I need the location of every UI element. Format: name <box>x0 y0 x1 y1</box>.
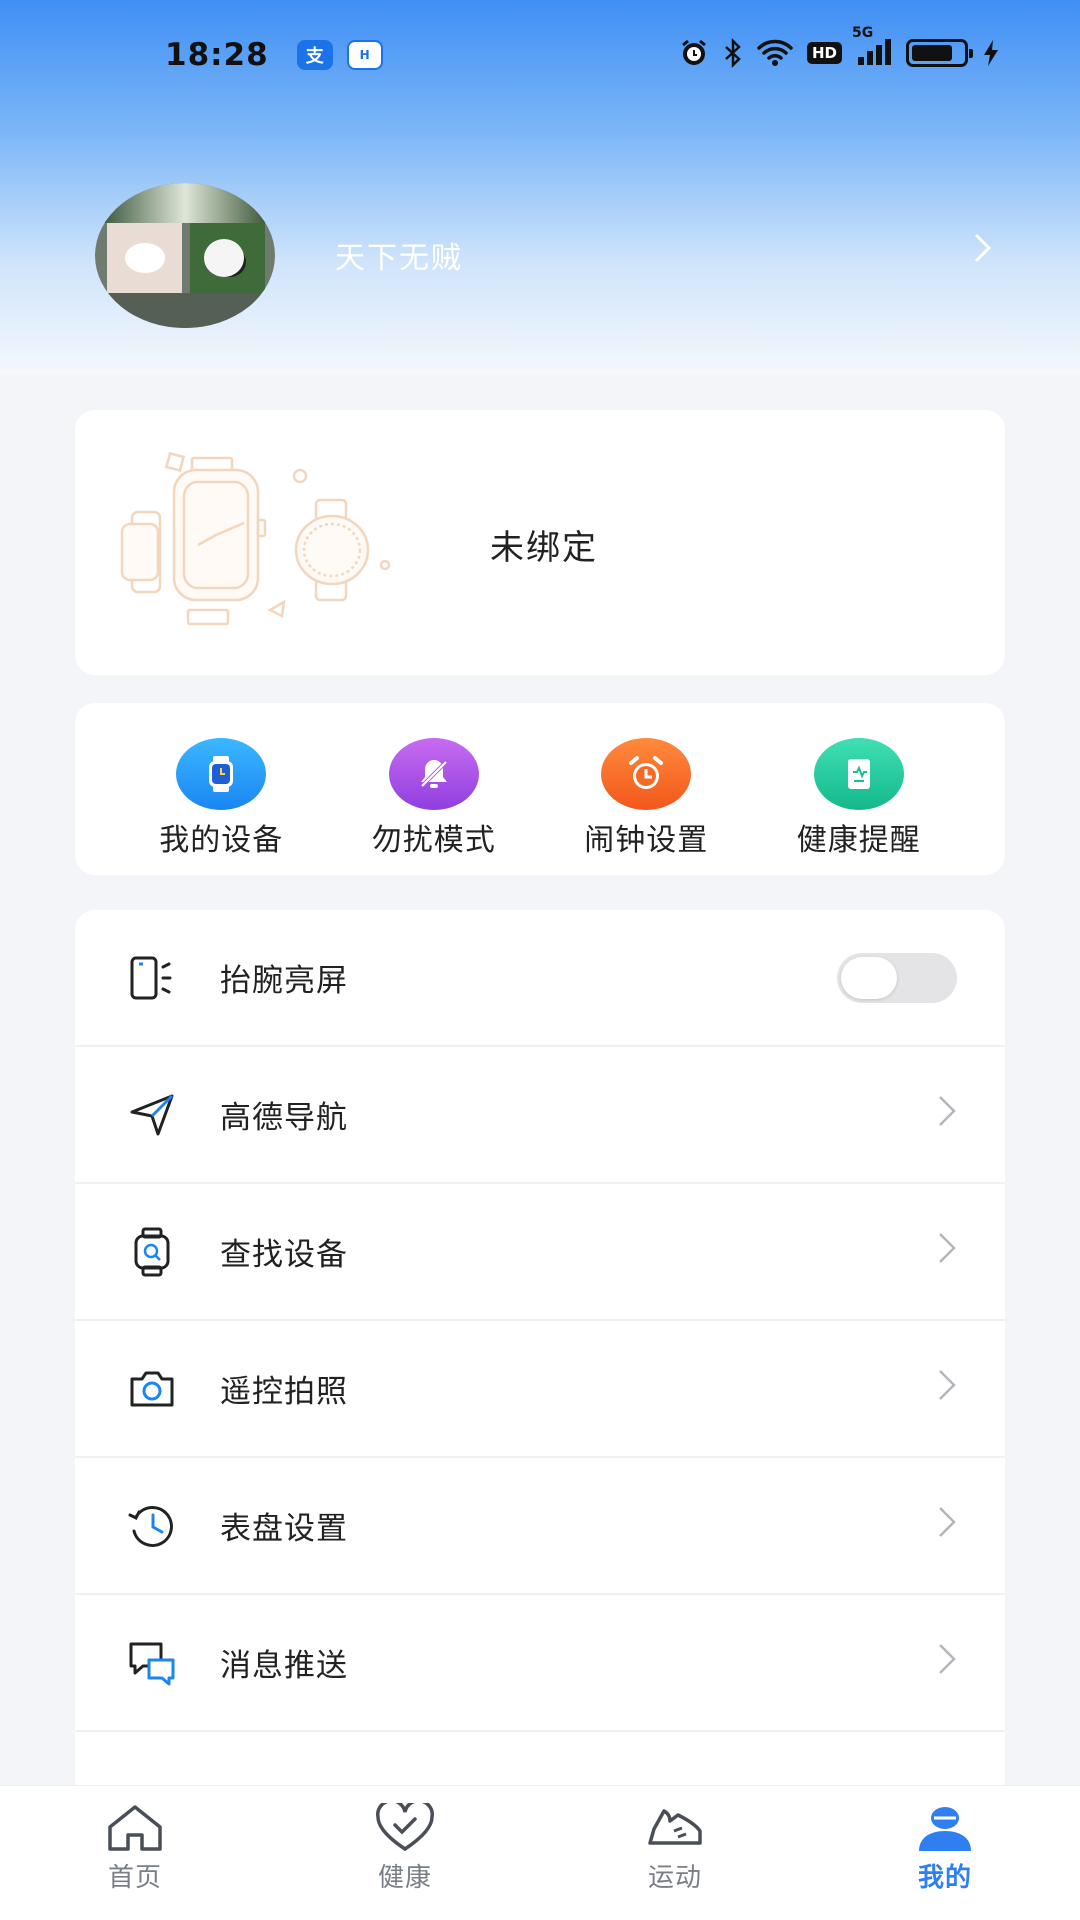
watch-icon <box>176 738 267 810</box>
alipay-icon: 支 <box>296 40 333 70</box>
quick-label-alarm: 闹钟设置 <box>584 823 709 858</box>
home-icon <box>104 1801 166 1855</box>
chevron-right-icon <box>937 1641 957 1685</box>
device-status: 未绑定 <box>490 528 598 568</box>
nav-mine[interactable]: 我的 <box>845 1801 1045 1920</box>
quick-my-device[interactable]: 我的设备 <box>131 738 311 859</box>
setting-find-device[interactable]: 查找设备 <box>75 1184 1005 1321</box>
nav-sport[interactable]: 运动 <box>575 1801 775 1920</box>
quick-alarm-settings[interactable]: 闹钟设置 <box>556 738 736 859</box>
nav-home[interactable]: 首页 <box>35 1801 235 1920</box>
quick-actions: 我的设备 勿扰模式 闹钟设置 健康提醒 <box>75 703 1005 875</box>
setting-watch-face[interactable]: 表盘设置 <box>75 1458 1005 1595</box>
setting-label: 查找设备 <box>220 1237 348 1273</box>
raise-wrist-toggle[interactable] <box>837 952 957 1003</box>
nav-label-health: 健康 <box>377 1863 432 1893</box>
settings-list: 抬腕亮屏 高德导航 查找设备 遥控拍照 表盘设置 消息推送 <box>75 910 1005 1910</box>
nav-label-home: 首页 <box>107 1863 162 1893</box>
bluetooth-icon <box>723 38 743 68</box>
nav-health[interactable]: 健康 <box>305 1801 505 1920</box>
find-watch-icon <box>127 1227 177 1277</box>
alarm-clock-icon <box>601 738 692 810</box>
profile-header[interactable]: 天下无贼 <box>95 180 995 330</box>
setting-label: 高德导航 <box>220 1100 348 1136</box>
setting-raise-wrist[interactable]: 抬腕亮屏 <box>75 910 1005 1047</box>
navigation-arrow-icon <box>127 1090 177 1140</box>
battery-icon <box>906 39 973 67</box>
quick-label-dnd: 勿扰模式 <box>371 823 496 858</box>
heart-check-icon <box>374 1801 436 1855</box>
quick-do-not-disturb[interactable]: 勿扰模式 <box>344 738 524 859</box>
chevron-right-icon <box>937 1504 957 1548</box>
bottom-nav: 首页 健康 运动 我的 <box>0 1785 1080 1920</box>
setting-label: 消息推送 <box>220 1648 348 1684</box>
quick-label-my-device: 我的设备 <box>159 823 284 858</box>
signal-label: 5G <box>852 25 874 41</box>
homie-icon: H <box>346 40 383 70</box>
quick-label-health: 健康提醒 <box>796 823 921 858</box>
watch-illustration-icon <box>120 451 391 626</box>
chevron-right-icon[interactable] <box>971 230 995 276</box>
username: 天下无贼 <box>335 241 463 276</box>
status-icons: HD 5G <box>679 25 1000 68</box>
status-time: 18:28 <box>165 37 269 73</box>
hd-badge: HD <box>806 42 842 64</box>
chevron-right-icon <box>937 1093 957 1137</box>
status-bar: 18:28 支 H HD 5G <box>0 0 1080 110</box>
chevron-right-icon <box>937 1367 957 1411</box>
message-bubbles-icon <box>127 1638 177 1688</box>
alarm-status-icon <box>679 38 709 68</box>
setting-label: 表盘设置 <box>220 1511 348 1547</box>
health-report-icon <box>813 738 904 810</box>
sneaker-icon <box>644 1801 706 1855</box>
user-icon <box>914 1801 976 1855</box>
raise-wrist-icon <box>127 953 177 1003</box>
setting-navigation[interactable]: 高德导航 <box>75 1047 1005 1184</box>
wifi-icon <box>757 39 793 67</box>
watch-face-history-icon <box>127 1501 177 1551</box>
device-card[interactable]: 未绑定 <box>75 410 1005 675</box>
signal-icon: 5G <box>852 25 892 67</box>
charging-icon <box>982 39 1000 67</box>
setting-label: 遥控拍照 <box>220 1374 348 1410</box>
nav-label-mine: 我的 <box>917 1863 972 1893</box>
camera-icon <box>127 1364 177 1414</box>
avatar[interactable] <box>95 182 275 328</box>
setting-remote-camera[interactable]: 遥控拍照 <box>75 1321 1005 1458</box>
bell-off-icon <box>388 738 479 810</box>
setting-label: 抬腕亮屏 <box>220 963 348 999</box>
chevron-right-icon <box>937 1230 957 1274</box>
nav-label-sport: 运动 <box>647 1863 702 1893</box>
setting-message-push[interactable]: 消息推送 <box>75 1595 1005 1732</box>
quick-health-reminder[interactable]: 健康提醒 <box>769 738 949 859</box>
